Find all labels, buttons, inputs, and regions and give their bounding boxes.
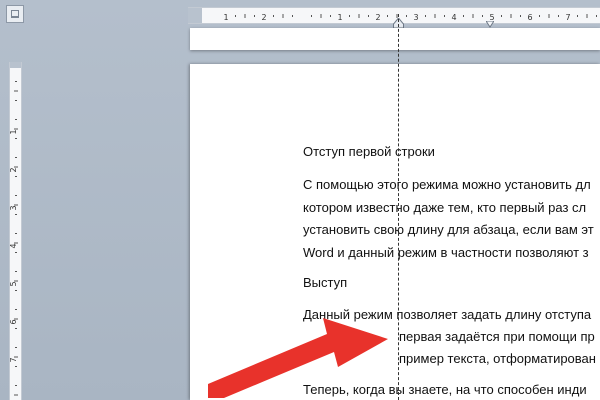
ruler-number: 4 <box>451 13 456 22</box>
ruler-number: 7 <box>565 13 570 22</box>
ruler-number: 3 <box>10 205 18 210</box>
vertical-ruler[interactable]: 1 2 3 4 5 6 7 <box>9 62 22 400</box>
tab-selector-button[interactable] <box>6 5 24 23</box>
ruler-number: 1 <box>10 129 18 134</box>
ruler-number: 1 <box>337 13 342 22</box>
paragraph-line: установить свою длину для абзаца, если в… <box>303 222 594 237</box>
ruler-number: 7 <box>10 357 18 362</box>
vertical-ruler-scale: 1 2 3 4 5 6 7 <box>10 81 18 396</box>
ruler-number: 6 <box>527 13 532 22</box>
ruler-number: 4 <box>10 243 18 248</box>
paragraph-line: Word и данный режим в частности позволяю… <box>303 245 589 260</box>
indent-guide-line <box>398 14 399 400</box>
ruler-number: 2 <box>10 167 18 172</box>
ruler-number: 6 <box>10 319 18 324</box>
paragraph-line: С помощью этого режима можно установить … <box>303 177 591 192</box>
ruler-number: 3 <box>413 13 418 22</box>
document-workspace: 121234567 1234567 Отступ первой строки С… <box>0 0 600 400</box>
hanging-indent-marker-icon <box>485 20 495 28</box>
ruler-number: 1 <box>223 13 228 22</box>
ruler-number: 2 <box>261 13 266 22</box>
horizontal-ruler[interactable]: 121234567 <box>188 7 600 29</box>
paragraph-line-indented: пример текста, отформатирован <box>399 351 596 366</box>
paragraph-line: Теперь, когда вы знаете, на что способен… <box>303 382 587 397</box>
ruler-number: 2 <box>375 13 380 22</box>
document-page[interactable]: Отступ первой строки С помощью этого реж… <box>190 64 600 400</box>
ruler-number: 5 <box>10 281 18 286</box>
tab-stop-selector-icon <box>11 10 19 18</box>
paragraph-line-indented: первая задаётся при помощи пр <box>399 329 595 344</box>
heading-hanging-indent: Выступ <box>303 275 348 290</box>
paragraph-line: котором известно даже тем, кто первый ра… <box>303 200 587 215</box>
previous-page-bottom <box>190 28 600 50</box>
heading-first-line-indent: Отступ первой строки <box>303 144 435 159</box>
paragraph-line: Данный режим позволяет задать длину отст… <box>303 307 592 322</box>
